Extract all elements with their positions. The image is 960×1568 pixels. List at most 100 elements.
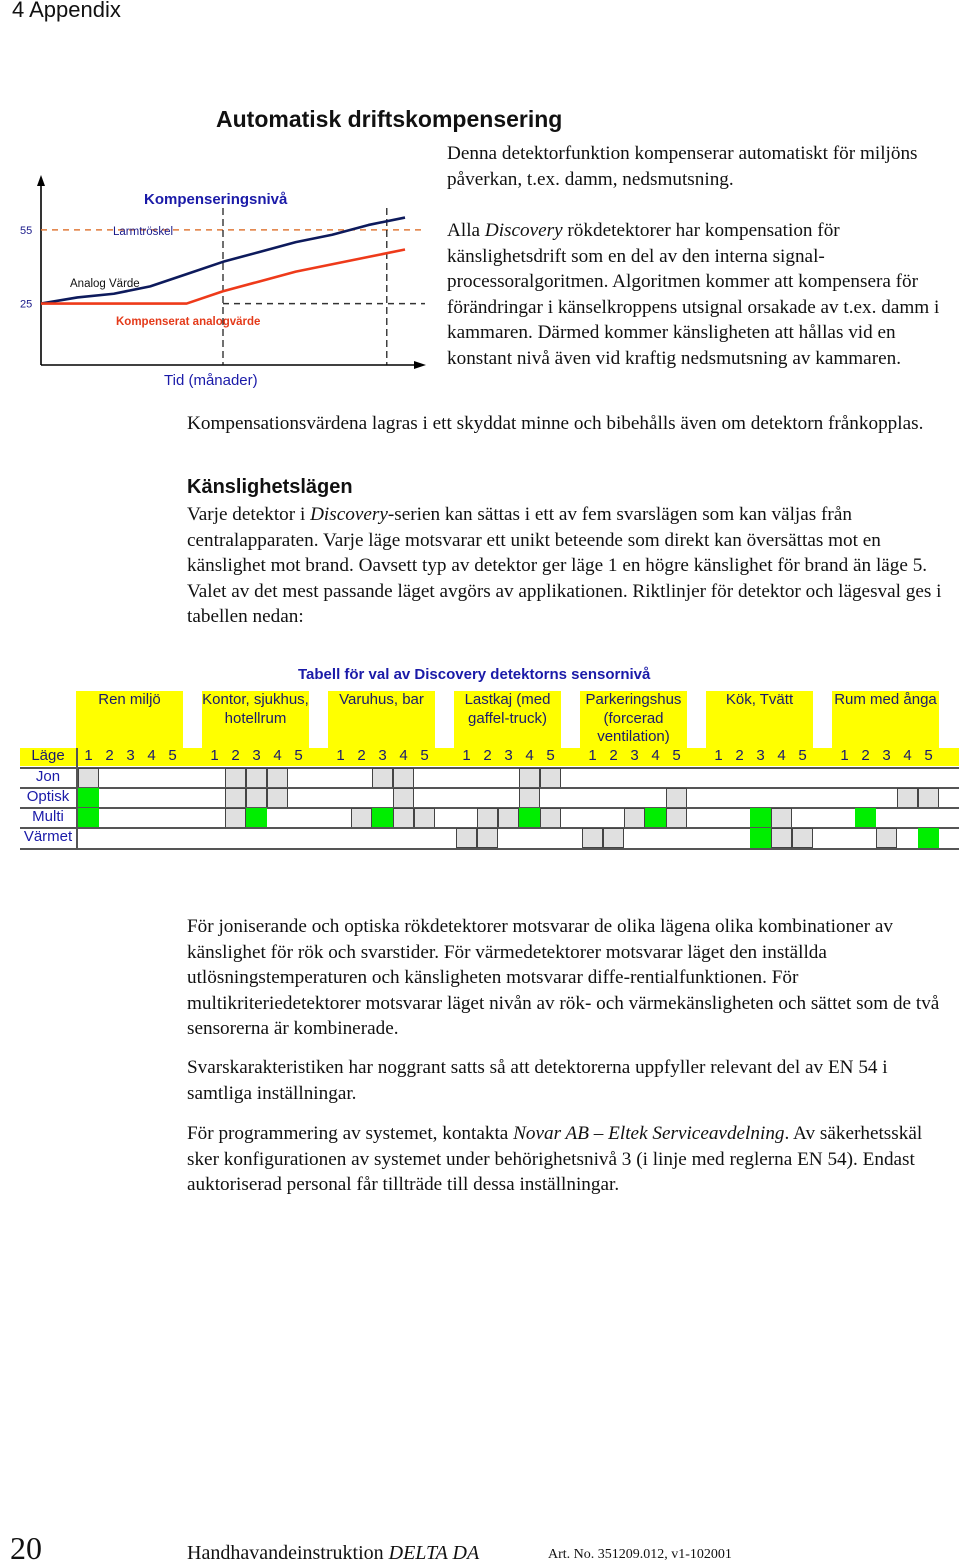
company-name: Novar AB – Eltek Serviceavdelning — [513, 1123, 785, 1144]
table-cell-gray — [225, 808, 246, 828]
compensation-chart: 2555 Kompenseringsnivå Analogvärde Tid (… — [20, 175, 426, 389]
mode-number: 2 — [861, 747, 870, 764]
intro-text-2-rest: rökdetektorer har kompensation för känsl… — [447, 220, 940, 369]
modes-text: Varje detektor i Discovery-serien kan sä… — [187, 502, 957, 630]
mode-number: 2 — [357, 747, 366, 764]
table-cell-gray — [771, 828, 792, 848]
footer-product-name: DELTA DA — [388, 1542, 480, 1564]
mode-number: 5 — [798, 747, 807, 764]
table-cell-gray — [414, 808, 435, 828]
table-cell-gray — [393, 788, 414, 808]
mode-number: 2 — [735, 747, 744, 764]
mode-number: 1 — [462, 747, 471, 764]
section-header: 4 Appendix — [12, 0, 121, 22]
mode-number: 2 — [609, 747, 618, 764]
table-cell-gray — [897, 788, 918, 808]
table-title: Tabell för val av Discovery detektorns s… — [298, 666, 651, 683]
mode-number: 5 — [672, 747, 681, 764]
table-cell-gray — [876, 828, 897, 848]
mode-number: 4 — [273, 747, 282, 764]
table-cell-gray — [225, 768, 246, 788]
detectors-text: För joniserande och optiska rökdetektore… — [187, 916, 940, 1040]
mode-number: 4 — [147, 747, 156, 764]
footer-document-title: Handhavandeinstruktion DELTA DA — [187, 1542, 479, 1565]
page-title: Automatisk driftskompensering — [216, 106, 563, 132]
modes-text-prefix: Varje detektor i — [187, 504, 311, 525]
annotation-kompenserat: Kompenserat analogvärde — [116, 316, 260, 328]
table-cell-gray — [582, 828, 603, 848]
mode-number: 2 — [483, 747, 492, 764]
table-cell-green — [519, 808, 540, 828]
detector-type-label: Multi — [32, 808, 64, 825]
environment-header: Parkeringshus (forcerad ventilation) — [580, 691, 687, 748]
table-cell-gray — [225, 788, 246, 808]
intro-paragraph-2: Alla Discovery rökdetektorer har kompens… — [447, 218, 957, 372]
en54-text: Svarskarakteristiken har noggrant satts … — [187, 1057, 888, 1104]
memory-paragraph: Kompensationsvärdena lagras i ett skydda… — [187, 411, 957, 437]
table-cell-green — [645, 808, 666, 828]
y-tick-label: 25 — [20, 299, 32, 311]
table-cell-green — [750, 808, 771, 828]
modes-paragraph: Varje detektor i Discovery-serien kan sä… — [187, 502, 957, 630]
table-cell-green — [78, 788, 99, 808]
table-cell-gray — [267, 788, 288, 808]
mode-number: 4 — [651, 747, 660, 764]
footer-doc-prefix: Handhavandeinstruktion — [187, 1542, 389, 1564]
mode-number: 5 — [546, 747, 555, 764]
chart-x-axis-label: Tid (månader) — [164, 372, 258, 389]
table-cell-gray — [393, 768, 414, 788]
table-cell-gray — [267, 768, 288, 788]
row-divider — [20, 787, 959, 789]
environment-header: Varuhus, bar — [328, 691, 435, 748]
table-cell-gray — [792, 828, 813, 848]
brand-discovery: Discovery — [310, 504, 388, 525]
mode-number: 1 — [210, 747, 219, 764]
detector-type-label: Värmet — [23, 828, 73, 845]
table-cell-gray — [351, 808, 372, 828]
table-cell-gray — [666, 808, 687, 828]
programming-text: För programmering av systemet, kontakta … — [187, 1121, 957, 1198]
mode-number: 3 — [630, 747, 639, 764]
environment-header: Rum med ånga — [832, 691, 939, 748]
table-cell-green — [246, 808, 267, 828]
table-cell-gray — [918, 788, 939, 808]
mode-number: 2 — [231, 747, 240, 764]
page-number: 20 — [10, 1530, 42, 1566]
table-cell-green — [78, 808, 99, 828]
mode-number: 4 — [399, 747, 408, 764]
environment-header: Kök, Tvätt — [706, 691, 813, 748]
table-cell-green — [750, 828, 771, 848]
y-tick-label: 55 — [20, 225, 32, 237]
table-cell-gray — [393, 808, 414, 828]
section-subheading: Känslighetslägen — [187, 476, 353, 498]
table-cell-gray — [372, 768, 393, 788]
mode-number: 5 — [420, 747, 429, 764]
table-cell-gray — [246, 788, 267, 808]
table-cell-gray — [519, 768, 540, 788]
brand-discovery: Discovery — [484, 220, 563, 241]
table-cell-green — [855, 808, 876, 828]
mode-number: 5 — [168, 747, 177, 764]
detector-type-label: Jon — [35, 768, 61, 785]
mode-number: 1 — [714, 747, 723, 764]
table-cell-gray — [603, 828, 624, 848]
table-cell-gray — [477, 828, 498, 848]
mode-number: 4 — [525, 747, 534, 764]
environment-header: Ren miljö — [76, 691, 183, 748]
mode-number: 3 — [252, 747, 261, 764]
annotation-larmtroskel: Larmtröskel — [113, 226, 173, 238]
intro-text-2: Alla Discovery rökdetektorer har kompens… — [447, 218, 957, 372]
programming-text-prefix: För programmering av systemet, kontakta — [187, 1123, 514, 1144]
mode-number: 3 — [882, 747, 891, 764]
table-cell-gray — [540, 768, 561, 788]
mode-number: 1 — [840, 747, 849, 764]
detector-type-label: Optisk — [26, 788, 70, 805]
mode-number: 3 — [378, 747, 387, 764]
table-cell-gray — [519, 788, 540, 808]
table-bottom-border — [20, 848, 959, 850]
environment-header: Kontor, sjukhus, hotellrum — [202, 691, 309, 748]
intro-text-2-prefix: Alla — [447, 220, 485, 241]
environment-header: Lastkaj (med gaffel-truck) — [454, 691, 561, 748]
table-cell-gray — [540, 808, 561, 828]
mode-number: 3 — [756, 747, 765, 764]
